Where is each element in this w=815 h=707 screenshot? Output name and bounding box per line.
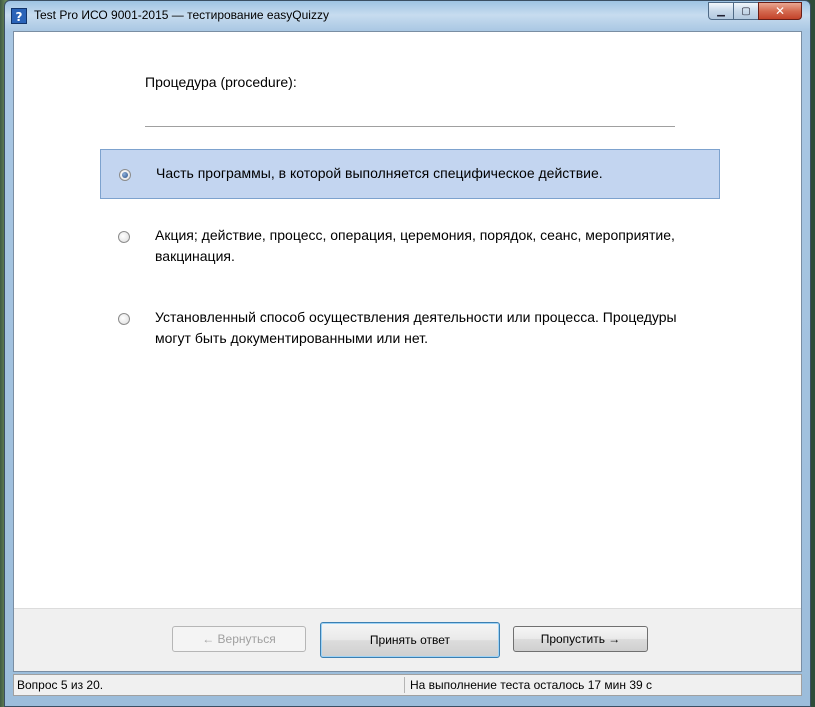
close-icon: ✕ bbox=[774, 4, 786, 18]
answer-text-2: Акция; действие, процесс, операция, цере… bbox=[155, 227, 675, 264]
question-text: Процедура (procedure): bbox=[145, 74, 297, 90]
app-window: ? Test Pro ИСО 9001-2015 — тестирование … bbox=[4, 0, 811, 707]
answer-radio-2[interactable] bbox=[118, 231, 130, 243]
answer-radio-3[interactable] bbox=[118, 313, 130, 325]
button-panel: ← Вернуться Принять ответ Пропустить → bbox=[14, 608, 801, 671]
minimize-button[interactable]: ▁ bbox=[708, 2, 734, 20]
skip-button[interactable]: Пропустить → bbox=[513, 626, 648, 652]
answer-text-1: Часть программы, в которой выполняется с… bbox=[156, 165, 603, 181]
question-progress: Вопрос 5 из 20. bbox=[17, 678, 104, 692]
back-button[interactable]: ← Вернуться bbox=[172, 626, 306, 652]
time-remaining: На выполнение теста осталось 17 мин 39 с bbox=[410, 678, 653, 692]
answer-option-2[interactable]: Акция; действие, процесс, операция, цере… bbox=[100, 220, 720, 270]
answer-radio-1[interactable] bbox=[119, 169, 131, 181]
maximize-icon: ▢ bbox=[741, 5, 751, 17]
question-divider bbox=[145, 126, 675, 127]
status-separator bbox=[404, 677, 405, 693]
answer-option-3[interactable]: Установленный способ осуществления деяте… bbox=[100, 302, 720, 352]
quiz-panel: Процедура (procedure): Часть программы, … bbox=[13, 31, 802, 672]
question-mark-icon: ? bbox=[11, 8, 27, 24]
maximize-button[interactable]: ▢ bbox=[733, 2, 759, 20]
answer-option-1[interactable]: Часть программы, в которой выполняется с… bbox=[100, 149, 720, 199]
status-bar: Вопрос 5 из 20. На выполнение теста оста… bbox=[13, 674, 802, 696]
window-title: Test Pro ИСО 9001-2015 — тестирование ea… bbox=[34, 8, 329, 22]
answer-text-3: Установленный способ осуществления деяте… bbox=[155, 309, 677, 346]
close-button[interactable]: ✕ bbox=[758, 2, 802, 20]
caption-buttons: ▁ ▢ ✕ bbox=[708, 2, 802, 20]
title-bar[interactable]: ? Test Pro ИСО 9001-2015 — тестирование … bbox=[5, 1, 810, 31]
minimize-icon: ▁ bbox=[717, 5, 725, 17]
accept-answer-button[interactable]: Принять ответ bbox=[320, 622, 500, 658]
